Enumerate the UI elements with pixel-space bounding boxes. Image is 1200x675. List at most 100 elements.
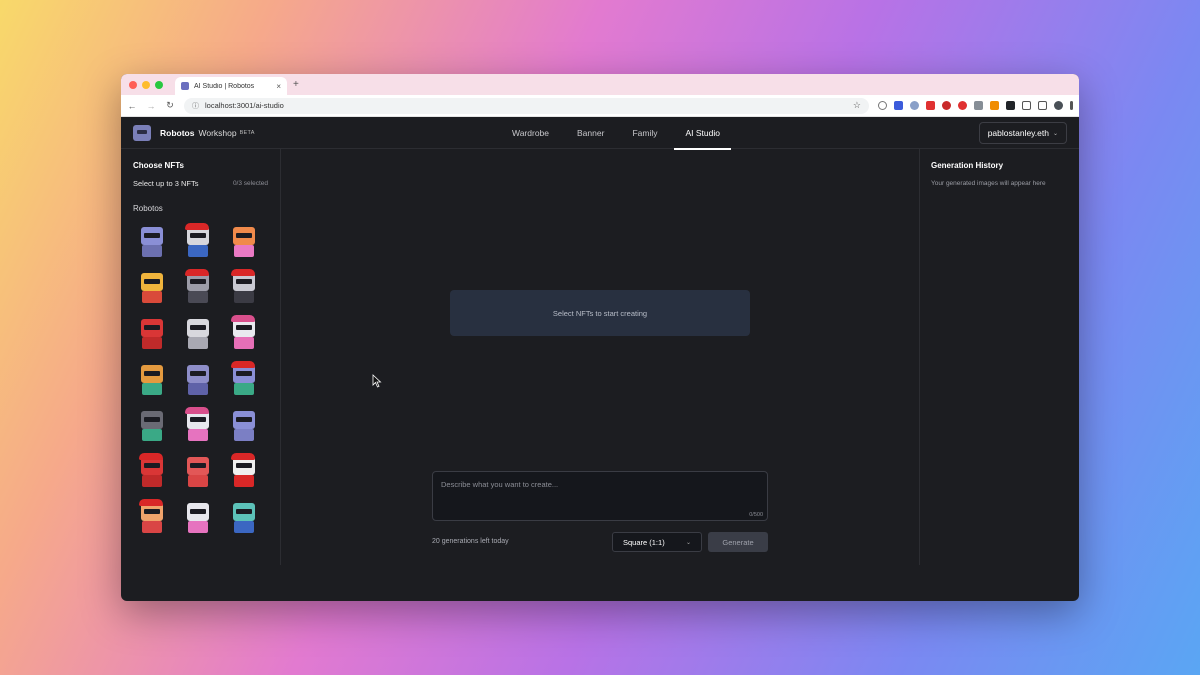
maximize-window-button[interactable]	[155, 80, 163, 89]
robot-visor	[144, 233, 160, 238]
back-arrow-icon[interactable]: ←	[127, 101, 137, 111]
robot-body	[142, 245, 162, 257]
robot-body	[142, 521, 162, 533]
studio-canvas: Select NFTs to start creating Describe w…	[281, 149, 919, 565]
robot-body	[142, 291, 162, 303]
nft-thumbnail[interactable]	[179, 405, 217, 443]
robot-visor	[190, 509, 206, 514]
chevron-down-icon: ⌄	[1052, 130, 1058, 137]
nft-thumbnail[interactable]	[225, 359, 263, 397]
nav-wardrobe[interactable]: Wardrobe	[501, 117, 560, 149]
minimize-window-button[interactable]	[142, 80, 150, 89]
chevron-down-icon: ⌄	[685, 539, 691, 546]
nft-thumbnail[interactable]	[179, 313, 217, 351]
nft-thumbnail[interactable]	[133, 497, 171, 535]
cloud-extension-icon[interactable]	[878, 101, 887, 110]
robot-hair	[185, 407, 209, 414]
brand-name: Robotos	[160, 127, 195, 138]
prompt-textarea[interactable]: Describe what you want to create... 0/50…	[432, 471, 768, 521]
selection-count: 0/3 selected	[232, 180, 268, 187]
account-name: pablostanley.eth	[987, 128, 1049, 138]
robot-visor	[190, 417, 206, 422]
url-text[interactable]: localhost:3001/ai-studio	[205, 101, 847, 110]
reload-icon[interactable]: ↻	[165, 100, 175, 111]
robot-visor	[190, 325, 206, 330]
nav-family[interactable]: Family	[621, 117, 668, 149]
nft-thumbnail[interactable]	[133, 451, 171, 489]
robot-hair	[185, 269, 209, 276]
aspect-ratio-value: Square (1:1)	[623, 537, 665, 547]
generation-controls: 20 generations left today Square (1:1) ⌄…	[432, 532, 768, 552]
tab-close-icon[interactable]: ×	[276, 82, 281, 91]
nft-thumbnail[interactable]	[179, 451, 217, 489]
extension-red-icon[interactable]	[942, 101, 951, 110]
extension-yellow-icon[interactable]	[990, 101, 999, 110]
browser-tab-bar: AI Studio | Robotos × +	[121, 74, 1079, 95]
aspect-ratio-select[interactable]: Square (1:1) ⌄	[612, 532, 702, 552]
browser-tab[interactable]: AI Studio | Robotos ×	[175, 77, 287, 95]
nft-thumbnail[interactable]	[179, 267, 217, 305]
robot-visor	[144, 417, 160, 422]
nft-thumbnail[interactable]	[133, 405, 171, 443]
nft-thumbnail[interactable]	[225, 313, 263, 351]
nft-thumbnail[interactable]	[225, 497, 263, 535]
robot-visor	[190, 279, 206, 284]
robot-body	[234, 337, 254, 349]
robot-visor	[190, 233, 206, 238]
site-info-icon[interactable]: ⓘ	[192, 101, 199, 111]
robot-visor	[144, 463, 160, 468]
tab-title: AI Studio | Robotos	[194, 82, 255, 90]
extension-stop-icon[interactable]	[958, 101, 967, 110]
address-bar[interactable]: ⓘ localhost:3001/ai-studio ☆	[184, 97, 869, 114]
selection-row: Select up to 3 NFTs 0/3 selected	[133, 179, 268, 188]
robot-body	[234, 475, 254, 487]
robot-body	[188, 429, 208, 441]
nft-thumbnail[interactable]	[179, 221, 217, 259]
nft-thumbnail[interactable]	[225, 405, 263, 443]
robot-visor	[190, 463, 206, 468]
bookmark-star-icon[interactable]: ☆	[853, 100, 861, 111]
robot-visor	[236, 417, 252, 422]
extension-badge-icon[interactable]	[926, 101, 935, 110]
robot-hair	[231, 361, 255, 368]
account-dropdown[interactable]: pablostanley.eth ⌄	[978, 122, 1067, 144]
extension-b-icon[interactable]	[1006, 101, 1015, 110]
nft-thumbnail[interactable]	[225, 451, 263, 489]
nav-banner[interactable]: Banner	[566, 117, 615, 149]
new-tab-button[interactable]: +	[293, 79, 299, 90]
robot-visor	[236, 509, 252, 514]
mouse-pointer-icon	[372, 374, 382, 388]
nft-thumbnail[interactable]	[225, 221, 263, 259]
nft-thumbnail[interactable]	[225, 267, 263, 305]
nft-thumbnail[interactable]	[133, 313, 171, 351]
extension-folder-icon[interactable]	[1022, 101, 1031, 110]
nft-grid	[133, 221, 268, 535]
nft-thumbnail[interactable]	[133, 359, 171, 397]
robotos-logo-icon[interactable]	[133, 124, 151, 141]
robot-hair	[231, 315, 255, 322]
robot-body	[234, 383, 254, 395]
close-window-button[interactable]	[129, 80, 137, 89]
browser-menu-icon[interactable]	[1070, 101, 1073, 110]
extensions-bar	[878, 101, 1073, 110]
profile-avatar[interactable]	[1054, 101, 1063, 110]
nft-thumbnail[interactable]	[179, 497, 217, 535]
robot-visor	[144, 371, 160, 376]
robot-body	[142, 429, 162, 441]
beta-badge: BETA	[239, 129, 255, 136]
nav-ai-studio[interactable]: AI Studio	[674, 117, 731, 150]
extension-dots-icon[interactable]	[974, 101, 983, 110]
generate-button[interactable]: Generate	[708, 532, 768, 552]
extensions-puzzle-icon[interactable]	[1038, 101, 1047, 110]
forward-arrow-icon[interactable]: →	[146, 101, 156, 111]
nft-selector-panel: Choose NFTs Select up to 3 NFTs 0/3 sele…	[121, 149, 281, 565]
robot-visor	[236, 325, 252, 330]
nft-thumbnail[interactable]	[133, 267, 171, 305]
extension-gear-icon[interactable]	[910, 101, 919, 110]
robot-body	[188, 521, 208, 533]
nft-thumbnail[interactable]	[133, 221, 171, 259]
robot-visor	[190, 371, 206, 376]
extension-blue-icon[interactable]	[894, 101, 903, 110]
robot-body	[188, 291, 208, 303]
nft-thumbnail[interactable]	[179, 359, 217, 397]
